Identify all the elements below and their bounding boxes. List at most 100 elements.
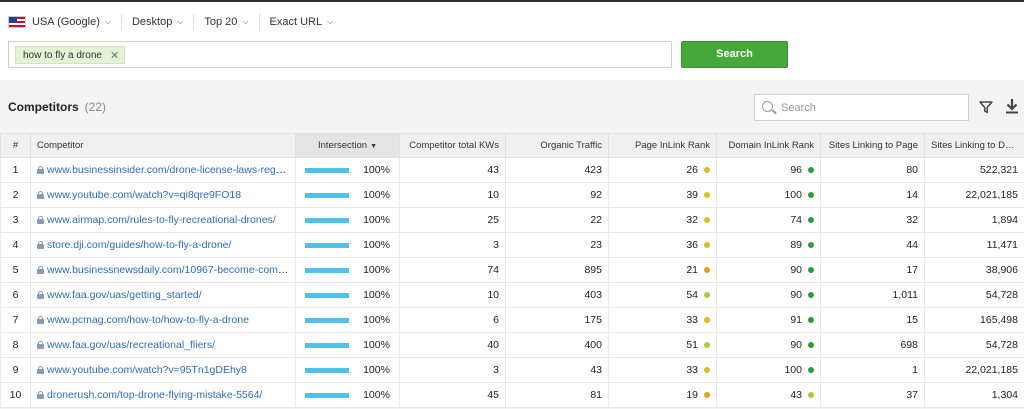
filter-bar: USA (Google) ⌵ Desktop ⌵ Top 20 ⌵ Exact … <box>8 12 343 32</box>
sites-linking-domain-value: 165,498 <box>924 307 1024 333</box>
table-row[interactable]: 7 www.pcmag.com/how-to/how-to-fly-a-drone… <box>0 307 1024 333</box>
remove-tag-icon[interactable]: ✕ <box>110 49 119 62</box>
domain-inlink-rank-value: 90 <box>790 339 802 351</box>
organic-traffic-value: 81 <box>505 382 609 408</box>
col-competitor[interactable]: Competitor <box>30 133 296 158</box>
intersection-cell: 100% <box>295 182 400 208</box>
intersection-value: 100% <box>363 189 390 201</box>
sites-linking-domain-value: 11,471 <box>924 232 1024 258</box>
page-inlink-rank-value: 51 <box>686 339 698 351</box>
table-search-input[interactable] <box>781 100 961 116</box>
col-page-inlink-rank[interactable]: Page InLink Rank <box>608 133 717 158</box>
intersection-value: 100% <box>363 239 390 251</box>
intersection-bar <box>305 192 350 198</box>
sites-linking-page-value: 1 <box>820 357 925 383</box>
domain-rank-dot-icon <box>808 292 814 299</box>
filter-icon[interactable] <box>979 100 993 114</box>
col-sites-linking-domain[interactable]: Sites Linking to Do... <box>924 133 1024 158</box>
table-row[interactable]: 4 store.dji.com/guides/how-to-fly-a-drone… <box>0 232 1024 258</box>
keyword-input[interactable]: how to fly a drone ✕ <box>8 41 672 68</box>
country-dropdown[interactable]: USA (Google) ⌵ <box>8 14 122 30</box>
table-row[interactable]: 3 www.airmap.com/rules-to-fly-recreationa… <box>0 207 1024 233</box>
competitor-link[interactable]: www.businessinsider.com/drone-license-la… <box>47 164 293 176</box>
lock-icon <box>37 366 44 374</box>
competitor-link[interactable]: www.businessnewsdaily.com/10967-become-c… <box>47 264 295 276</box>
page-rank-dot-icon <box>704 217 710 224</box>
table-row[interactable]: 6 www.faa.gov/uas/getting_started/100% 10 4… <box>0 282 1024 308</box>
domain-rank-dot-icon <box>808 242 814 249</box>
page-inlink-rank-cell: 32 <box>608 207 717 233</box>
row-number: 5 <box>0 257 31 283</box>
domain-inlink-rank-value: 100 <box>784 189 802 201</box>
competitor-link[interactable]: www.airmap.com/rules-to-fly-recreational… <box>47 214 276 226</box>
device-label: Desktop <box>131 16 173 28</box>
col-organic-traffic[interactable]: Organic Traffic <box>505 133 609 158</box>
competitor-link[interactable]: www.pcmag.com/how-to/how-to-fly-a-drone <box>47 314 249 326</box>
total-kws-value: 10 <box>399 282 506 308</box>
page-inlink-rank-value: 19 <box>686 389 698 401</box>
match-dropdown[interactable]: Exact URL ⌵ <box>260 14 344 30</box>
total-kws-value: 74 <box>399 257 506 283</box>
page-inlink-rank-value: 33 <box>686 314 698 326</box>
table-search-field[interactable] <box>754 94 969 121</box>
intersection-bar <box>305 217 350 223</box>
domain-inlink-rank-cell: 90 <box>716 282 821 308</box>
page-rank-dot-icon <box>704 192 710 199</box>
col-domain-inlink-rank[interactable]: Domain InLink Rank <box>716 133 821 158</box>
download-icon[interactable] <box>1005 98 1019 114</box>
col-total-kws[interactable]: Competitor total KWs <box>399 133 506 158</box>
intersection-bar <box>305 242 350 248</box>
keyword-tag[interactable]: how to fly a drone ✕ <box>15 46 126 64</box>
domain-inlink-rank-cell: 74 <box>716 207 821 233</box>
competitors-heading: Competitors (22) <box>8 100 106 114</box>
table-row[interactable]: 2 www.youtube.com/watch?v=qi8qre9FO18 100%… <box>0 182 1024 208</box>
page-rank-dot-icon <box>704 392 710 399</box>
lock-icon <box>37 291 44 299</box>
domain-inlink-rank-value: 74 <box>790 214 802 226</box>
competitor-link[interactable]: www.youtube.com/watch?v=qi8qre9FO18 <box>47 189 241 201</box>
page-inlink-rank-cell: 39 <box>608 182 717 208</box>
competitor-link[interactable]: store.dji.com/guides/how-to-fly-a-drone/ <box>47 239 231 251</box>
page-inlink-rank-value: 26 <box>686 164 698 176</box>
competitor-link[interactable]: dronerush.com/top-drone-flying-mistake-5… <box>47 389 262 401</box>
table-row[interactable]: 1 www.businessinsider.com/drone-license-l… <box>0 157 1024 183</box>
table-row[interactable]: 9 www.youtube.com/watch?v=95Tn1gDEhy8 100%… <box>0 357 1024 383</box>
table-row[interactable]: 5 www.businessnewsdaily.com/10967-become-… <box>0 257 1024 283</box>
competitor-cell: dronerush.com/top-drone-flying-mistake-5… <box>30 382 296 408</box>
competitors-table: # Competitor Intersection ▼ Competitor to… <box>0 133 1024 408</box>
sites-linking-page-value: 37 <box>820 382 925 408</box>
competitor-link[interactable]: www.faa.gov/uas/recreational_fliers/ <box>47 339 215 351</box>
search-button[interactable]: Search <box>681 41 788 68</box>
competitor-link[interactable]: www.faa.gov/uas/getting_started/ <box>47 289 202 301</box>
competitor-cell: www.businessinsider.com/drone-license-la… <box>30 157 296 183</box>
sites-linking-domain-value: 22,021,185 <box>924 357 1024 383</box>
intersection-cell: 100% <box>295 357 400 383</box>
page-inlink-rank-value: 32 <box>686 214 698 226</box>
col-sites-linking-page[interactable]: Sites Linking to Page <box>820 133 925 158</box>
organic-traffic-value: 423 <box>505 157 609 183</box>
keyword-tag-label: how to fly a drone <box>23 49 102 61</box>
page-inlink-rank-value: 36 <box>686 239 698 251</box>
page-rank-dot-icon <box>704 342 710 349</box>
page-rank-dot-icon <box>704 267 710 274</box>
total-kws-value: 10 <box>399 182 506 208</box>
competitors-title: Competitors <box>8 100 79 114</box>
competitor-cell: www.airmap.com/rules-to-fly-recreational… <box>30 207 296 233</box>
chevron-down-icon: ⌵ <box>242 17 249 26</box>
top-dropdown[interactable]: Top 20 ⌵ <box>194 14 260 30</box>
competitor-cell: www.faa.gov/uas/recreational_fliers/ <box>30 332 296 358</box>
total-kws-value: 3 <box>399 357 506 383</box>
col-intersection[interactable]: Intersection ▼ <box>295 133 400 158</box>
device-dropdown[interactable]: Desktop ⌵ <box>122 14 195 30</box>
intersection-cell: 100% <box>295 332 400 358</box>
total-kws-value: 6 <box>399 307 506 333</box>
table-row[interactable]: 8 www.faa.gov/uas/recreational_fliers/100… <box>0 332 1024 358</box>
sites-linking-page-value: 1,011 <box>820 282 925 308</box>
table-row[interactable]: 10 dronerush.com/top-drone-flying-mistake… <box>0 382 1024 408</box>
total-kws-value: 3 <box>399 232 506 258</box>
competitor-cell: www.pcmag.com/how-to/how-to-fly-a-drone <box>30 307 296 333</box>
competitor-link[interactable]: www.youtube.com/watch?v=95Tn1gDEhy8 <box>47 364 247 376</box>
page-inlink-rank-value: 54 <box>686 289 698 301</box>
row-number: 10 <box>0 382 31 408</box>
intersection-bar <box>305 367 350 373</box>
